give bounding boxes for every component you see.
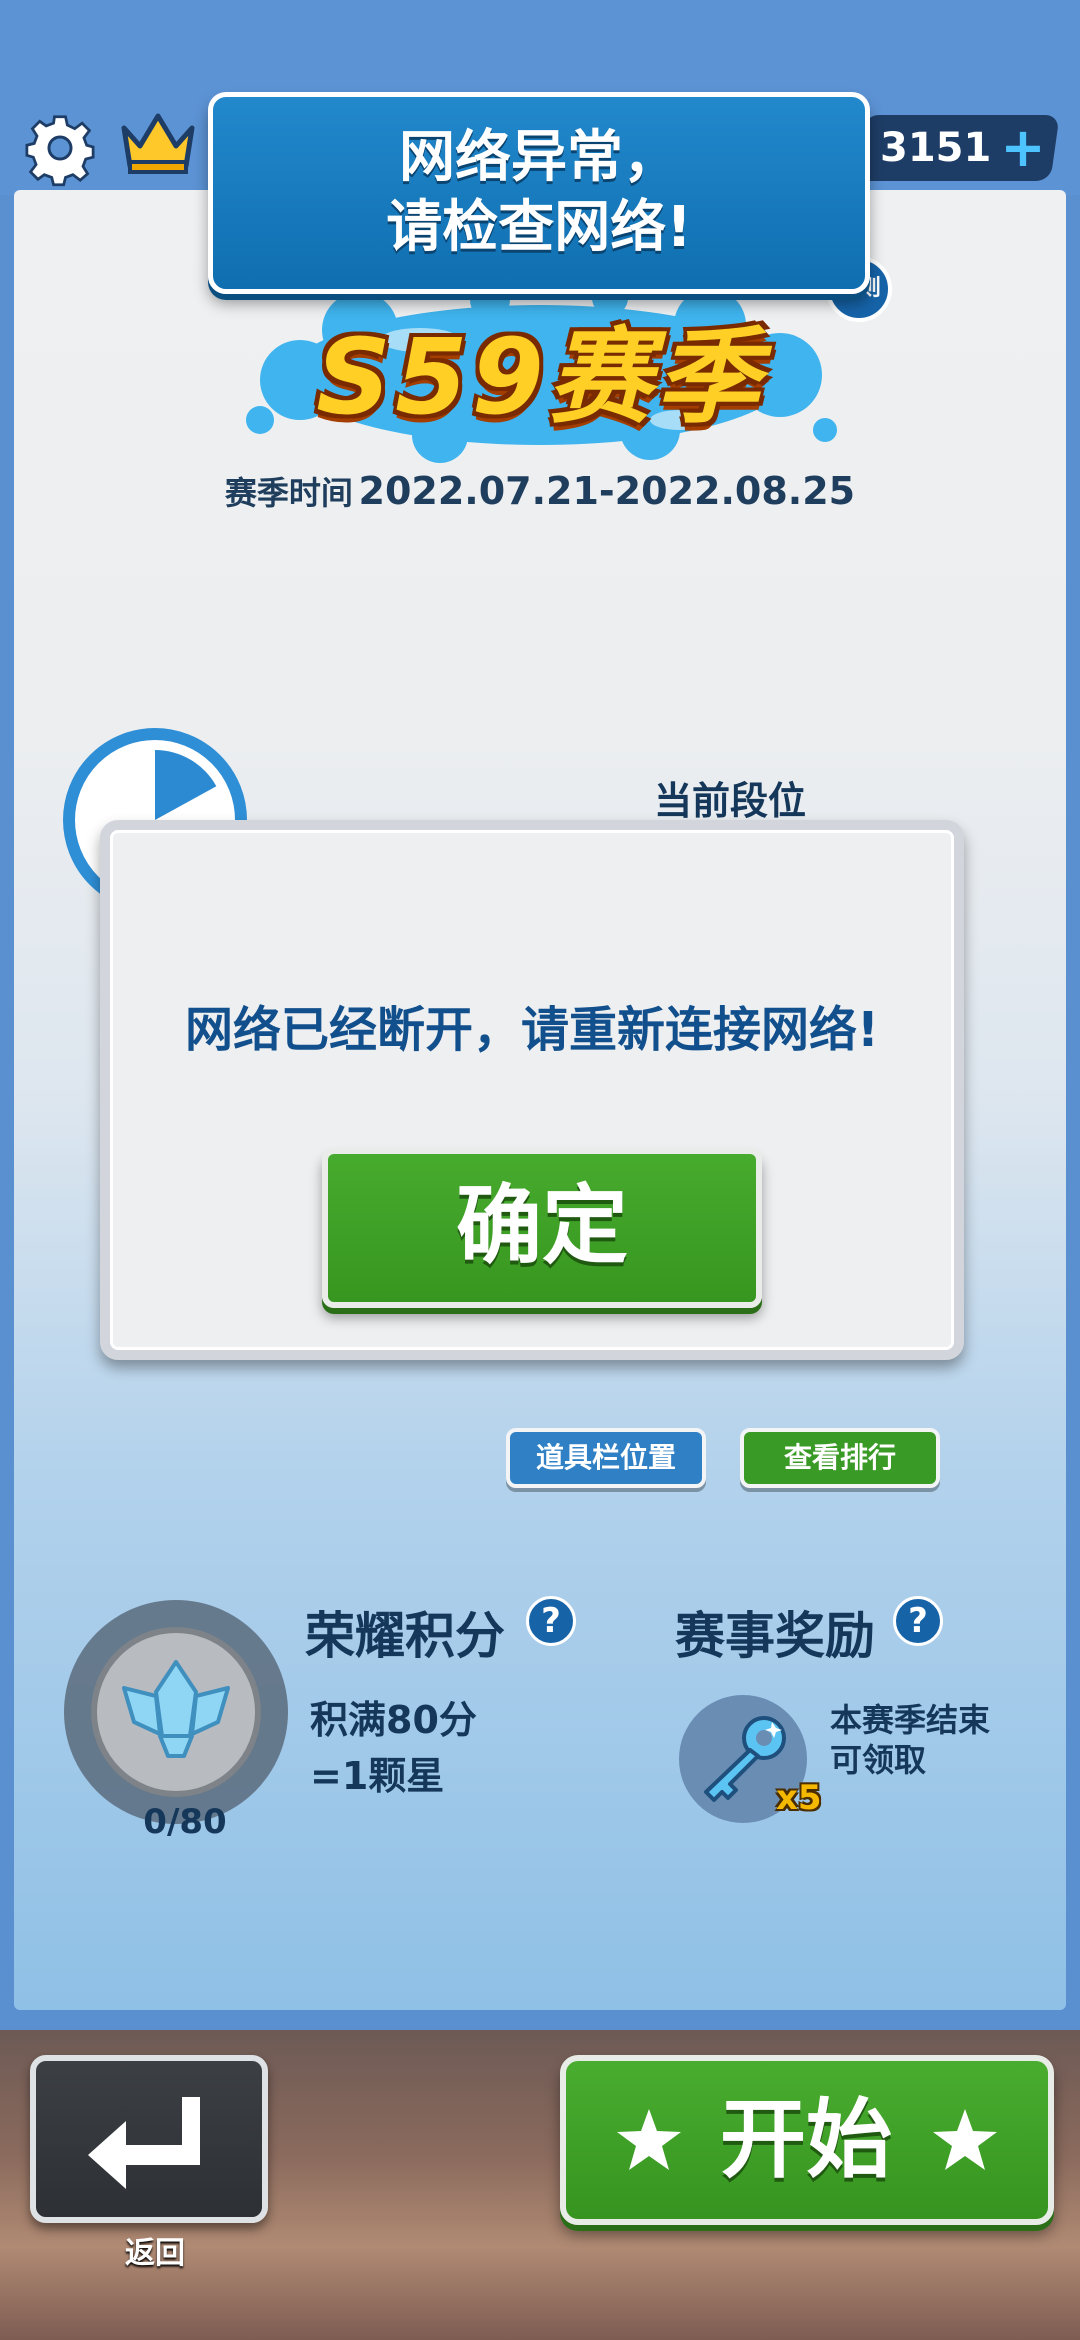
- dialog-message: 网络已经断开，请重新连接网络!: [185, 1002, 879, 1058]
- medal-icon: [64, 1600, 288, 1824]
- question-icon[interactable]: ?: [893, 1596, 943, 1646]
- reward-description: 本赛季结束 可领取: [830, 1701, 991, 1779]
- network-error-text: 网络异常， 请检查网络!: [386, 125, 692, 260]
- question-icon[interactable]: ?: [526, 1596, 576, 1646]
- current-rank-label: 当前段位: [653, 779, 806, 823]
- season-time-label: 赛季时间: [224, 474, 353, 512]
- plus-icon[interactable]: +: [998, 118, 1048, 178]
- season-time-range: 2022.07.21-2022.08.25: [358, 469, 856, 513]
- currency-value: 3151: [880, 125, 992, 171]
- start-button[interactable]: 开始: [560, 2055, 1054, 2225]
- honor-points-description: 积满80分 =1颗星: [310, 1698, 477, 1798]
- back-button[interactable]: [30, 2055, 268, 2223]
- gear-icon[interactable]: [20, 108, 100, 188]
- event-reward-title: 赛事奖励: [675, 1607, 875, 1665]
- star-icon: [933, 2109, 997, 2170]
- crown-icon[interactable]: [118, 108, 198, 176]
- return-arrow-icon: [88, 2097, 200, 2189]
- toolbar-position-button[interactable]: 道具栏位置: [506, 1428, 706, 1488]
- start-label: 开始: [720, 2090, 892, 2190]
- reward-quantity: x5: [776, 1778, 822, 1818]
- network-error-banner: 网络异常， 请检查网络!: [208, 92, 870, 294]
- honor-points-title: 荣耀积分: [305, 1607, 505, 1665]
- season-logo: S59赛季: [316, 316, 764, 438]
- star-icon: [617, 2109, 681, 2170]
- honor-points-progress: 0/80: [143, 1802, 227, 1842]
- view-ranking-button[interactable]: 查看排行: [740, 1428, 940, 1488]
- confirm-button[interactable]: 确定: [322, 1148, 762, 1308]
- network-dialog: 网络已经断开，请重新连接网络! 确定: [100, 820, 964, 1360]
- back-label: 返回: [125, 2236, 185, 2271]
- season-time: 赛季时间 2022.07.21-2022.08.25: [0, 468, 1080, 518]
